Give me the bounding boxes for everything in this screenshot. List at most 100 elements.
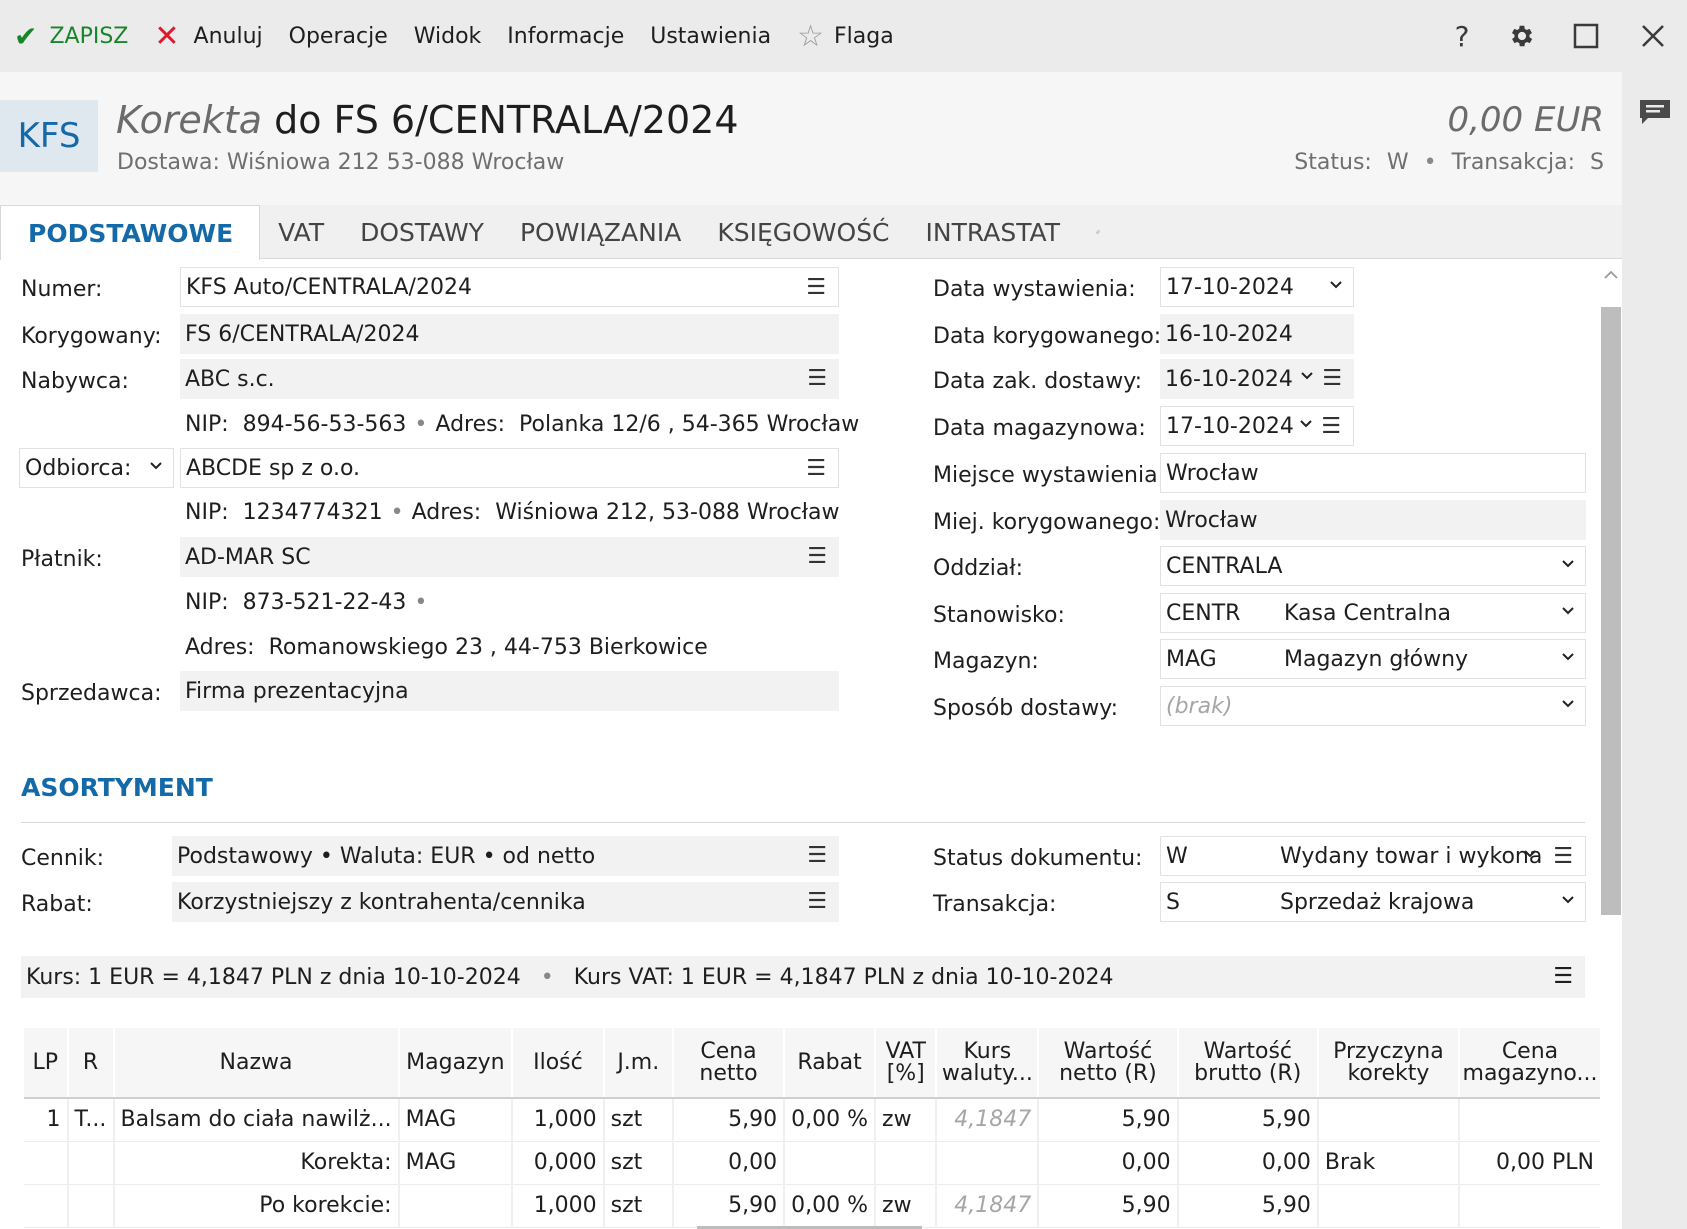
vertical-scrollbar[interactable] — [1600, 259, 1622, 1229]
data-wystawienia-label: Data wystawienia: — [933, 277, 1136, 302]
col-cena-netto[interactable]: Cena netto — [672, 1028, 786, 1099]
items-table: LP R Nazwa Magazyn Ilość J.m. Cena netto… — [24, 1028, 1603, 1228]
sprzedawca-field: Firma prezentacyjna — [180, 671, 839, 711]
miej-kor-field: Wrocław — [1160, 500, 1586, 540]
chevron-down-icon — [1330, 281, 1342, 289]
section-divider — [21, 822, 1585, 823]
col-przyczyna[interactable]: Przyczyna korekty — [1317, 1028, 1460, 1099]
close-icon: ✕ — [154, 18, 180, 54]
platnik-field[interactable]: AD-MAR SC ☰ — [180, 537, 839, 577]
nabywca-details: NIP: 894-56-53-563 • Adres: Polanka 12/6 ,… — [185, 412, 860, 437]
col-ilosc[interactable]: Ilość — [512, 1028, 605, 1099]
exchange-rate-bar[interactable]: Kurs: 1 EUR = 4,1847 PLN z dnia 10-10-20… — [21, 956, 1585, 998]
col-vat[interactable]: VAT [%] — [875, 1028, 938, 1099]
data-korygowanego-field: 16-10-2024 — [1160, 314, 1354, 354]
tab-vat[interactable]: VAT — [260, 205, 342, 259]
chevron-down-icon — [1562, 607, 1574, 615]
menu-info[interactable]: Informacje — [507, 0, 624, 72]
col-magazyn[interactable]: Magazyn — [398, 1028, 514, 1099]
rabat-label: Rabat: — [21, 892, 93, 917]
scrollbar-thumb[interactable] — [1601, 307, 1621, 915]
transakcja-label: Transakcja: — [933, 892, 1057, 917]
magazyn-label: Magazyn: — [933, 649, 1039, 674]
col-lp[interactable]: LP — [24, 1028, 69, 1099]
side-panel — [1622, 72, 1687, 1229]
menu-view[interactable]: Widok — [414, 0, 482, 72]
data-wystawienia-picker[interactable]: 17-10-2024 — [1160, 267, 1354, 307]
maximize-icon[interactable] — [1563, 0, 1609, 72]
delivery-address: Dostawa: Wiśniowa 212 53-088 Wrocław — [117, 150, 565, 175]
table-row[interactable]: Po korekcie: 1,000 szt 5,90 0,00 % zw 4,… — [24, 1184, 1603, 1228]
transakcja-select[interactable]: S Sprzedaż krajowa — [1160, 882, 1586, 922]
odbiorca-select[interactable]: Odbiorca: — [19, 448, 174, 488]
menu-settings[interactable]: Ustawienia — [650, 0, 771, 72]
data-magazynowa-picker[interactable]: 17-10-2024 ☰ — [1160, 406, 1354, 446]
col-wartosc-brutto[interactable]: Wartość brutto (R) — [1177, 1028, 1319, 1099]
stanowisko-select[interactable]: CENTR Kasa Centralna — [1160, 593, 1586, 633]
data-dostawy-label: Data zak. dostawy: — [933, 369, 1143, 394]
miejsce-label: Miejsce wystawienia: — [933, 463, 1165, 488]
numer-field[interactable]: KFS Auto/CENTRALA/2024 ☰ — [180, 267, 839, 307]
menu-icon[interactable]: ☰ — [1321, 414, 1341, 439]
tab-intrastat[interactable]: INTRASTAT — [908, 205, 1078, 259]
magazyn-select[interactable]: MAG Magazyn główny — [1160, 639, 1586, 679]
table-row[interactable]: Korekta: MAG 0,000 szt 0,00 0,00 0,00 Br… — [24, 1141, 1603, 1185]
menu-icon[interactable]: ☰ — [807, 843, 827, 868]
star-icon: ☆ — [797, 18, 824, 54]
save-button[interactable]: ✔ ZAPISZ — [14, 0, 128, 72]
table-row[interactable]: 1 T... Balsam do ciała nawilż... MAG 1,0… — [24, 1098, 1603, 1142]
menu-icon[interactable]: ☰ — [806, 275, 826, 300]
korygowany-field: FS 6/CENTRALA/2024 — [180, 314, 839, 354]
col-jm[interactable]: J.m. — [603, 1028, 674, 1099]
chevron-down-icon — [1300, 420, 1312, 428]
cennik-field[interactable]: Podstawowy • Waluta: EUR • od netto ☰ — [172, 836, 839, 876]
menu-icon[interactable]: ☰ — [1322, 366, 1342, 391]
status-line: Status: W • Transakcja: S — [1294, 150, 1604, 175]
nabywca-label: Nabywca: — [21, 369, 129, 394]
chevron-up-icon[interactable] — [1603, 269, 1619, 281]
tab-ksiegowosc[interactable]: KSIĘGOWOŚĆ — [699, 205, 907, 259]
odbiorca-details: NIP: 1234774321 • Adres: Wiśniowa 212, 53-… — [185, 500, 840, 525]
help-button[interactable]: ? — [1439, 0, 1485, 72]
odbiorca-field[interactable]: ABCDE sp z o.o. ☰ — [180, 448, 839, 488]
platnik-nip: NIP: 873-521-22-43 • — [185, 590, 428, 615]
chevron-down-icon — [1301, 372, 1313, 380]
gear-icon[interactable] — [1499, 0, 1545, 72]
col-rabat[interactable]: Rabat — [784, 1028, 877, 1099]
menu-icon[interactable]: ☰ — [807, 544, 827, 569]
sposob-dostawy-select[interactable]: (brak) — [1160, 686, 1586, 726]
menu-icon[interactable]: ☰ — [806, 456, 826, 481]
col-wartosc-netto[interactable]: Wartość netto (R) — [1038, 1028, 1179, 1099]
menu-icon[interactable]: ☰ — [1553, 964, 1573, 989]
comment-icon[interactable] — [1638, 98, 1672, 126]
miej-kor-label: Miej. korygowanego: — [933, 510, 1161, 535]
miejsce-field[interactable]: Wrocław — [1160, 453, 1586, 493]
data-dostawy-picker[interactable]: 16-10-2024 ☰ — [1160, 359, 1354, 399]
attachment-icon[interactable] — [1078, 205, 1118, 259]
document-header: KFS Korekta do FS 6/CENTRALA/2024 Dostaw… — [0, 72, 1622, 205]
numer-label: Numer: — [21, 277, 103, 302]
menu-icon[interactable]: ☰ — [1553, 844, 1573, 869]
col-cena-mag[interactable]: Cena magazyno... — [1458, 1028, 1603, 1099]
document-type-badge: KFS — [0, 100, 98, 172]
menu-operations[interactable]: Operacje — [289, 0, 388, 72]
menu-icon[interactable]: ☰ — [807, 366, 827, 391]
col-r[interactable]: R — [67, 1028, 115, 1099]
oddzial-select[interactable]: CENTRALA — [1160, 546, 1586, 586]
tab-powiazania[interactable]: POWIĄZANIA — [502, 205, 699, 259]
platnik-adres: Adres: Romanowskiego 23 , 44-753 Bierkow… — [185, 635, 708, 660]
nabywca-field[interactable]: ABC s.c. ☰ — [180, 359, 839, 399]
stanowisko-label: Stanowisko: — [933, 603, 1065, 628]
status-dokumentu-select[interactable]: W Wydany towar i wykona ☰ — [1160, 836, 1586, 876]
tab-podstawowe[interactable]: PODSTAWOWE — [0, 205, 261, 260]
rabat-field[interactable]: Korzystniejszy z kontrahenta/cennika ☰ — [172, 882, 839, 922]
window-close-icon[interactable] — [1630, 0, 1676, 72]
flag-button[interactable]: ☆ Flaga — [797, 0, 894, 72]
table-header-row: LP R Nazwa Magazyn Ilość J.m. Cena netto… — [24, 1028, 1603, 1099]
col-nazwa[interactable]: Nazwa — [113, 1028, 400, 1099]
tab-dostawy[interactable]: DOSTAWY — [342, 205, 502, 259]
menu-icon[interactable]: ☰ — [807, 889, 827, 914]
platnik-label: Płatnik: — [21, 547, 103, 572]
cancel-button[interactable]: ✕ Anuluj — [154, 0, 262, 72]
col-kurs[interactable]: Kurs waluty... — [936, 1028, 1040, 1099]
